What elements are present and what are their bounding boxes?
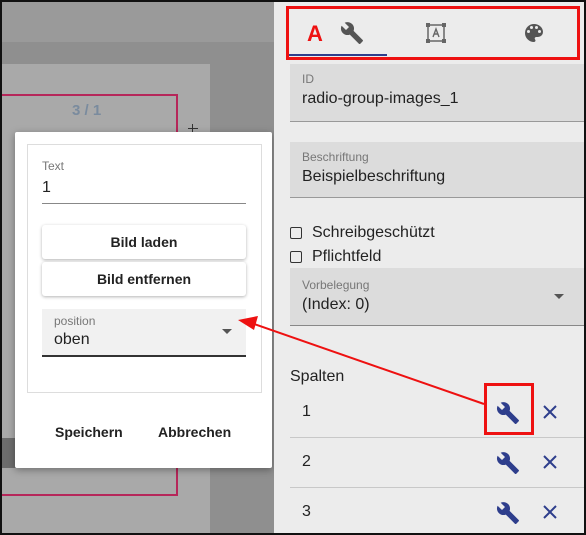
annotation-arrow	[238, 316, 485, 405]
screenshot-frame: 3 / 1 Text 1 Bild laden Bild entfernen p…	[0, 0, 586, 535]
